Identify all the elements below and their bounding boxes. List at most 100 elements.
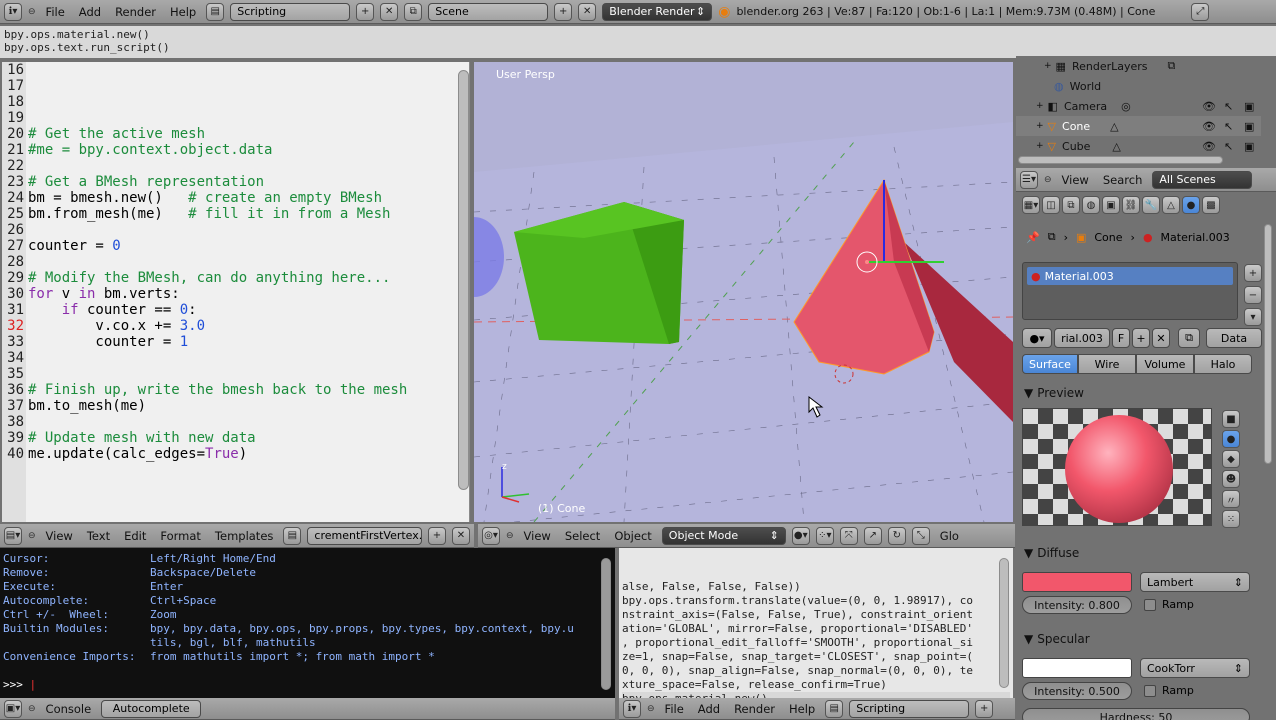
diffuse-color-swatch[interactable] [1022,572,1132,592]
editor-type-icon[interactable]: ▤▾ [4,526,22,545]
preview-sphere-icon[interactable]: ● [1222,430,1240,448]
text-scrollbar[interactable] [458,70,469,490]
code-line[interactable]: 26 [2,222,28,238]
outliner-item-cone[interactable]: + ▽ Cone △ 👁 ↖ ▣ [1016,116,1261,136]
menu-view[interactable]: View [520,529,555,543]
render-tab-icon[interactable]: ◫ [1042,196,1060,214]
console-scrollbar[interactable] [601,558,611,690]
slot-menu-icon[interactable]: ▾ [1244,308,1262,326]
select-arrow-icon[interactable]: ↖ [1224,100,1233,113]
orientation-select[interactable]: Glo [936,529,963,543]
code-line[interactable]: 20 # Get the active mesh [2,126,205,142]
unlink-text-icon[interactable]: ✕ [452,526,470,545]
code-line[interactable]: 29 # Modify the BMesh, can do anything he… [2,270,390,286]
code-line[interactable]: 32 v.co.x += 3.0 [2,318,205,334]
scene-tab-icon[interactable]: ⧉ [1062,196,1080,214]
properties-editor[interactable]: ▦▾ ◫ ⧉ ◍ ▣ ⛓ 🔧 △ ● ▩ 📌 ⧉ › ▣ Cone › ● Ma… [1016,194,1276,720]
diffuse-intensity-slider[interactable]: Intensity: 0.800 [1022,596,1132,614]
code-line[interactable]: 19 [2,110,28,126]
text-file-select[interactable]: crementFirstVertex.py [307,526,422,545]
visibility-eye-icon[interactable]: 👁 [1202,140,1216,153]
code-line[interactable]: 40 me.update(calc_edges=True) [2,446,247,462]
info-scrollbar[interactable] [999,558,1009,688]
preview-cube-icon[interactable]: ◆ [1222,450,1240,468]
menu-view[interactable]: View [1058,173,1093,187]
menu-help[interactable]: Help [785,702,819,716]
add-layout-icon[interactable]: + [975,699,994,718]
texture-tab-icon[interactable]: ▩ [1202,196,1220,214]
code-line[interactable]: 23 # Get a BMesh representation [2,174,264,190]
preview-sky-icon[interactable]: ⁙ [1222,510,1240,528]
menu-view[interactable]: View [42,529,77,543]
collapse-arrow-icon[interactable]: ⊖ [28,704,36,714]
screen-layout-select[interactable]: Scripting [230,2,351,21]
expand-icon[interactable]: + [1036,101,1044,111]
pin-icon[interactable]: 📌 [1026,231,1040,244]
code-line[interactable]: 39 # Update mesh with new data [2,430,255,446]
code-line[interactable]: 24 bm = bmesh.new() # create an empty BMe… [2,190,382,206]
tab-surface[interactable]: Surface [1022,354,1078,374]
render-engine-select[interactable]: Blender Render ⇕ [602,2,713,21]
tab-halo[interactable]: Halo [1194,354,1252,374]
tab-wire[interactable]: Wire [1078,354,1136,374]
collapse-arrow-icon[interactable]: ⊖ [28,7,36,17]
add-slot-icon[interactable]: + [1244,264,1262,282]
object-tab-icon[interactable]: ▣ [1102,196,1120,214]
code-line[interactable]: 25 bm.from_mesh(me) # fill it in from a M… [2,206,390,222]
code-line[interactable]: 27 counter = 0 [2,238,121,254]
menu-format[interactable]: Format [156,529,205,543]
code-line[interactable]: 28 [2,254,28,270]
visibility-eye-icon[interactable]: 👁 [1202,100,1216,113]
link-icon[interactable]: ⧉ [1178,328,1200,348]
shading-icon[interactable]: ●▾ [791,526,810,545]
text-browse-icon[interactable]: ▤ [283,526,302,545]
specular-ramp-toggle[interactable]: Ramp [1144,684,1194,697]
material-tab-icon[interactable]: ● [1182,196,1200,214]
code-line[interactable]: 34 [2,350,28,366]
editor-type-icon[interactable]: ☰▾ [1020,170,1038,189]
diffuse-shader-select[interactable]: Lambert ⇕ [1140,572,1250,592]
expand-icon[interactable]: + [1036,121,1044,131]
material-name-field[interactable]: rial.003 [1054,328,1110,348]
remove-slot-icon[interactable]: − [1244,286,1262,304]
mode-select[interactable]: Object Mode ⇕ [661,526,786,545]
preview-monkey-icon[interactable]: ☻ [1222,470,1240,488]
material-browse-icon[interactable]: ●▾ [1022,328,1052,348]
expand-icon[interactable]: + [1036,141,1044,151]
screen-layout-icon[interactable]: ▤ [825,699,844,718]
renderlayer-toggle-icon[interactable]: ⧉ [1168,59,1176,73]
menu-file[interactable]: File [661,702,688,716]
preview-hair-icon[interactable]: 〃 [1222,490,1240,508]
specular-color-swatch[interactable] [1022,658,1132,678]
visibility-eye-icon[interactable]: 👁 [1202,120,1216,133]
fake-user-button[interactable]: F [1112,328,1130,348]
code-line[interactable]: 16 [2,62,28,78]
render-toggle-icon[interactable]: ▣ [1244,120,1254,133]
code-line[interactable]: 33 counter = 1 [2,334,188,350]
specular-section-header[interactable]: ▼ Specular [1024,632,1090,646]
render-toggle-icon[interactable]: ▣ [1244,140,1254,153]
render-toggle-icon[interactable]: ▣ [1244,100,1254,113]
collapse-arrow-icon[interactable]: ⊖ [1044,175,1052,185]
collapse-arrow-icon[interactable]: ⊖ [28,531,36,541]
menu-templates[interactable]: Templates [211,529,277,543]
remove-layout-icon[interactable]: ✕ [380,2,399,21]
editor-type-icon[interactable]: ▣▾ [4,699,22,718]
editor-type-icon[interactable]: ◎▾ [482,526,500,545]
menu-search[interactable]: Search [1099,173,1147,187]
ramp-checkbox[interactable] [1144,684,1156,697]
3d-viewport[interactable]: User Persp z (1) Cone [474,62,1013,522]
menu-add[interactable]: Add [75,5,105,19]
ramp-checkbox[interactable] [1144,598,1156,611]
screen-layout-select[interactable]: Scripting [849,699,970,718]
preview-flat-icon[interactable]: ■ [1222,410,1240,428]
menu-file[interactable]: File [42,5,69,19]
scene-icon[interactable]: ⧉ [404,2,423,21]
link-data-select[interactable]: Data [1206,328,1262,348]
tab-volume[interactable]: Volume [1136,354,1194,374]
menu-edit[interactable]: Edit [120,529,150,543]
diffuse-section-header[interactable]: ▼ Diffuse [1024,546,1079,560]
diffuse-ramp-toggle[interactable]: Ramp [1144,598,1194,611]
properties-scrollbar[interactable] [1264,224,1272,464]
code-line[interactable]: 35 [2,366,28,382]
